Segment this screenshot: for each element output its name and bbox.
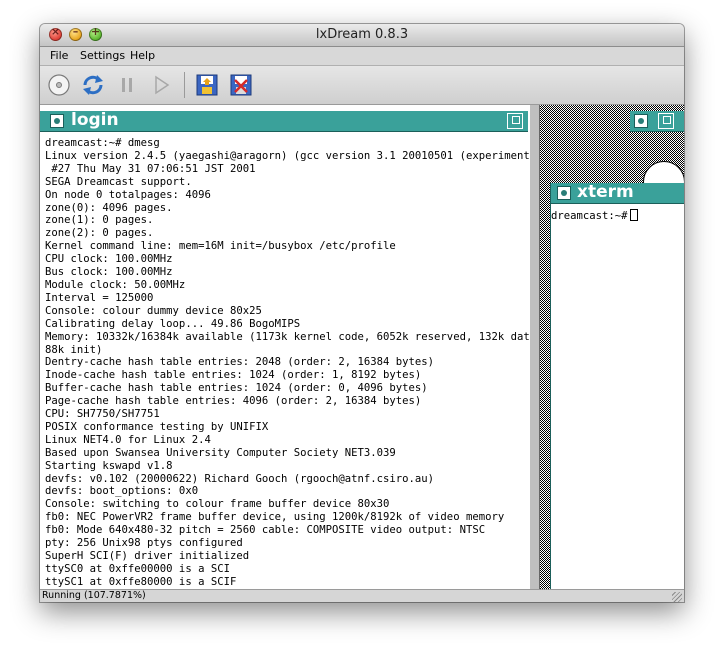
menu-settings[interactable]: Settings bbox=[80, 49, 125, 62]
xterm-output[interactable]: dreamcast:~# bbox=[551, 209, 638, 222]
menu-bar: File Settings Help bbox=[40, 47, 684, 66]
open-disc-button[interactable] bbox=[46, 72, 72, 98]
reset-button[interactable] bbox=[80, 72, 106, 98]
resize-icon[interactable] bbox=[507, 113, 523, 129]
terminal-line: zone(2): 0 pages. bbox=[45, 227, 154, 240]
login-title: login bbox=[71, 110, 119, 130]
menu-help[interactable]: Help bbox=[130, 49, 155, 62]
text-cursor bbox=[629, 209, 638, 221]
terminal-line: Module clock: 50.00MHz bbox=[45, 278, 186, 291]
terminal-line: Dentry-cache hash table entries: 2048 (o… bbox=[45, 356, 435, 369]
login-titlebar[interactable]: login bbox=[40, 110, 528, 132]
terminal-line: SEGA Dreamcast support. bbox=[45, 175, 192, 188]
terminal-line: Based upon Swansea University Computer S… bbox=[45, 446, 396, 459]
terminal-line: Bus clock: 100.00MHz bbox=[45, 266, 173, 279]
terminal-line: Page-cache hash table entries: 4096 (ord… bbox=[45, 395, 422, 408]
title-bar[interactable]: × – + lxDream 0.8.3 bbox=[40, 24, 684, 47]
clock-titlebar[interactable] bbox=[630, 111, 684, 132]
terminal-line: SuperH SCI(F) driver initialized bbox=[45, 550, 250, 562]
emulator-window: × – + lxDream 0.8.3 File Settings Help l… bbox=[40, 24, 684, 602]
pause-button[interactable] bbox=[114, 72, 140, 98]
terminal-line: Linux version 2.4.5 (yaegashi@aragorn) (… bbox=[45, 149, 531, 162]
terminal-line: fb0: NEC PowerVR2 frame buffer device, u… bbox=[45, 511, 505, 524]
load-state-button[interactable] bbox=[194, 72, 220, 98]
clock-resize-icon[interactable] bbox=[658, 113, 674, 129]
iconify-icon[interactable] bbox=[50, 114, 64, 128]
display-login-window[interactable]: login dreamcast:~# dmesg Linux version 2.… bbox=[40, 105, 531, 589]
terminal-line: On node 0 totalpages: 4096 bbox=[45, 188, 211, 201]
disc-icon bbox=[48, 74, 70, 96]
terminal-line: zone(0): 4096 pages. bbox=[45, 201, 173, 214]
xterm-prompt: dreamcast:~# bbox=[551, 210, 628, 222]
terminal-line: CPU: SH7750/SH7751 bbox=[45, 408, 160, 421]
menu-file[interactable]: File bbox=[50, 49, 68, 62]
terminal-line: Interval = 125000 bbox=[45, 291, 154, 304]
terminal-line: devfs: boot_options: 0x0 bbox=[45, 485, 199, 498]
terminal-line: Console: colour dummy device 80x25 bbox=[45, 304, 262, 317]
terminal-line: POSIX conformance testing by UNIFIX bbox=[45, 420, 269, 433]
login-terminal-output[interactable]: dreamcast:~# dmesg Linux version 2.4.5 (y… bbox=[45, 137, 531, 589]
run-button[interactable] bbox=[148, 72, 174, 98]
display-divider bbox=[530, 105, 540, 589]
terminal-line: Linux NET4.0 for Linux 2.4 bbox=[45, 433, 211, 446]
terminal-line: Console: switching to colour frame buffe… bbox=[45, 498, 390, 511]
status-bar: Running (107.7871%) bbox=[40, 589, 684, 602]
run-icon bbox=[155, 75, 170, 95]
terminal-line: zone(1): 0 pages. bbox=[45, 214, 154, 227]
terminal-line: ttySC0 at 0xffe00000 is a SCI bbox=[45, 562, 230, 575]
window-title: lxDream 0.8.3 bbox=[315, 27, 409, 42]
status-text: Running (107.7871%) bbox=[42, 590, 146, 601]
save-state-icon bbox=[230, 74, 252, 96]
terminal-line: #27 Thu May 31 07:06:51 JST 2001 bbox=[45, 162, 256, 175]
toolbar bbox=[40, 66, 684, 105]
reset-icon bbox=[83, 75, 103, 95]
load-state-icon bbox=[196, 74, 218, 96]
terminal-line: devfs: v0.102 (20000622) Richard Gooch (… bbox=[45, 472, 435, 485]
terminal-line: 88k init) bbox=[45, 343, 103, 356]
xterm-titlebar[interactable]: xterm bbox=[551, 182, 684, 204]
terminal-line: Starting kswapd v1.8 bbox=[45, 459, 173, 472]
xterm-iconify-icon[interactable] bbox=[557, 186, 571, 200]
display-desktop[interactable]: xterm dreamcast:~# bbox=[540, 105, 684, 589]
toolbar-separator bbox=[184, 72, 185, 98]
terminal-line: Memory: 10332k/16384k available (1173k k… bbox=[45, 330, 531, 343]
terminal-line: dreamcast:~# dmesg bbox=[45, 137, 160, 149]
pause-icon bbox=[122, 78, 132, 92]
resize-grip-icon[interactable] bbox=[672, 592, 682, 602]
terminal-line: fb0: Mode 640x480-32 pitch = 2560 cable:… bbox=[45, 524, 486, 537]
terminal-line: Kernel command line: mem=16M init=/busyb… bbox=[45, 240, 396, 253]
terminal-line: Inode-cache hash table entries: 1024 (or… bbox=[45, 369, 422, 382]
clock-iconify-icon[interactable] bbox=[634, 114, 648, 128]
xterm-window[interactable]: xterm dreamcast:~# bbox=[550, 182, 684, 589]
terminal-line: pty: 256 Unix98 ptys configured bbox=[45, 537, 243, 550]
terminal-line: Calibrating delay loop... 49.86 BogoMIPS bbox=[45, 317, 301, 330]
terminal-line: ttySC1 at 0xffe80000 is a SCIF bbox=[45, 575, 237, 588]
terminal-line: Buffer-cache hash table entries: 1024 (o… bbox=[45, 382, 428, 395]
save-state-button[interactable] bbox=[228, 72, 254, 98]
xterm-title: xterm bbox=[577, 182, 634, 202]
terminal-line: CPU clock: 100.00MHz bbox=[45, 253, 173, 266]
